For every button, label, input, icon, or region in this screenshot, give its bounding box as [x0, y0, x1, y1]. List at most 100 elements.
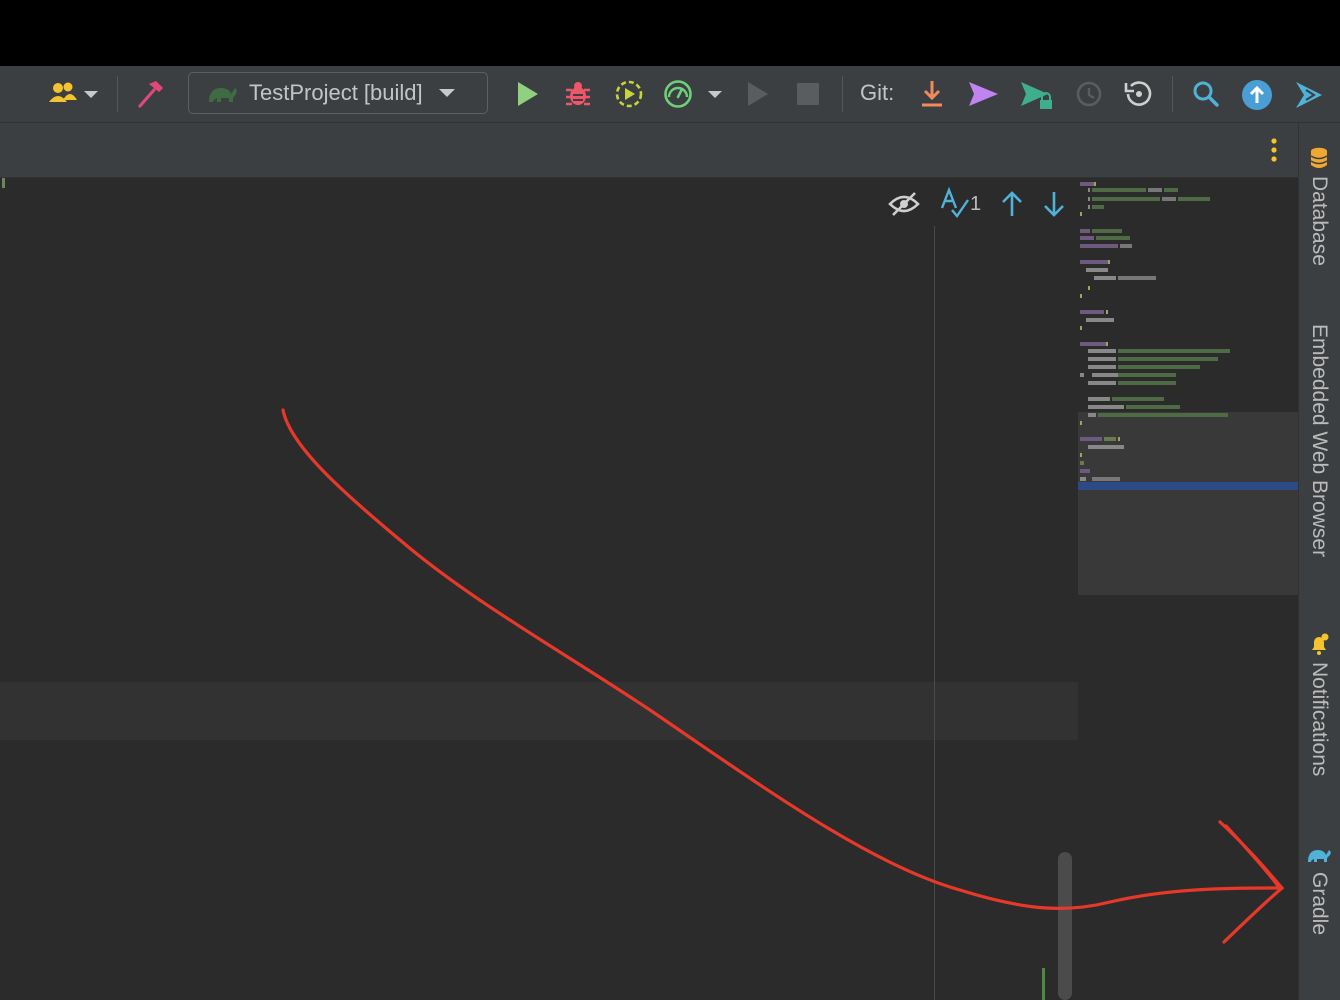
rollback-icon: [1124, 81, 1152, 106]
minimap-code-line: [1088, 381, 1116, 385]
push-locked-icon: [1021, 82, 1052, 109]
stop-button[interactable]: [794, 78, 822, 110]
tool-tab-notifications[interactable]: Notifications: [1298, 632, 1340, 776]
run-icon: [518, 82, 538, 106]
minimap-code-line: [1080, 461, 1084, 465]
git-push-button[interactable]: [1018, 78, 1056, 112]
screen-top-bar: [0, 0, 1340, 66]
minimap-code-line: [1164, 188, 1178, 192]
build-button[interactable]: [134, 78, 166, 110]
minimap-code-line: [1118, 357, 1218, 361]
arrow-up-icon[interactable]: [998, 186, 1026, 222]
minimap-code-line: [1094, 276, 1116, 280]
minimap-current-line: [1078, 482, 1298, 490]
minimap-code-line: [1106, 342, 1108, 346]
spellcheck-icon[interactable]: [938, 186, 972, 222]
minimap-code-line: [1080, 453, 1082, 457]
minimap-code-line: [1148, 188, 1162, 192]
send-icon: [969, 82, 998, 106]
coverage-icon: [615, 80, 643, 108]
minimap-code-line: [1088, 405, 1124, 409]
history-icon: [1076, 81, 1102, 107]
gradle-elephant-icon: [209, 88, 237, 102]
minimap-code-line: [1118, 373, 1176, 377]
minimap-code-line: [1106, 310, 1108, 314]
minimap-code-line: [1088, 205, 1090, 209]
git-history-button[interactable]: [1072, 78, 1104, 110]
tool-tab-label: Embedded Web Browser: [1308, 324, 1331, 558]
minimap-code-line: [1092, 477, 1120, 481]
chevron-down-icon: [438, 89, 455, 97]
git-commit-button[interactable]: [966, 78, 1000, 110]
hammer-icon: [138, 81, 163, 108]
vertical-scrollbar-thumb[interactable]: [1058, 852, 1072, 1000]
minimap-code-line: [1080, 373, 1084, 377]
run-configuration-label: TestProject [build]: [249, 80, 423, 105]
minimap-code-line: [1088, 349, 1116, 353]
git-rollback-button[interactable]: [1122, 78, 1154, 110]
play-disabled-icon: [748, 82, 768, 106]
minimap-code-line: [1080, 229, 1090, 233]
minimap-code-line: [1080, 236, 1094, 240]
eye-off-icon[interactable]: [884, 186, 924, 222]
minimap-code-line: [1088, 413, 1096, 417]
minimap-code-line: [1086, 268, 1108, 272]
code-with-me-icon: [1296, 82, 1322, 108]
arrow-down-icon[interactable]: [1040, 186, 1068, 222]
minimap-code-line: [1088, 397, 1110, 401]
run-button[interactable]: [512, 78, 542, 110]
minimap-code-line: [1080, 437, 1102, 441]
minimap-code-line: [1080, 294, 1082, 298]
tool-tab-label: Database: [1308, 176, 1331, 266]
minimap-code-line: [1088, 365, 1116, 369]
more-vertical-icon: [1271, 138, 1277, 162]
tool-tab-database[interactable]: Database: [1298, 146, 1340, 266]
editor-tab-strip: [0, 123, 1298, 178]
search-button[interactable]: [1190, 78, 1222, 110]
users-icon: [49, 82, 98, 102]
minimap-code-line: [1088, 445, 1124, 449]
minimap-code-line: [1088, 197, 1090, 201]
minimap-code-line: [1098, 413, 1228, 417]
git-update-button[interactable]: [916, 78, 948, 110]
run-with-coverage-button[interactable]: [612, 78, 646, 110]
git-label: Git:: [860, 80, 895, 105]
profiler-icon: [664, 80, 722, 108]
minimap-code-line: [1092, 188, 1146, 192]
more-options-button[interactable]: [1264, 135, 1284, 165]
toolbar-separator: [1172, 76, 1173, 112]
database-icon: [1310, 147, 1328, 168]
profiler-dropdown[interactable]: [660, 78, 730, 110]
minimap-code-line: [1092, 373, 1120, 377]
inspection-count: 1: [970, 193, 982, 215]
updates-button[interactable]: [1240, 78, 1274, 112]
minimap-code-line: [1094, 182, 1096, 186]
minimap-code-line: [1118, 365, 1200, 369]
minimap-code-line: [1080, 260, 1108, 264]
minimap-code-line: [1120, 244, 1132, 248]
minimap-code-line: [1088, 188, 1090, 192]
tool-tab-gradle[interactable]: Gradle: [1298, 844, 1340, 935]
minimap-code-line: [1118, 276, 1156, 280]
minimap-code-line: [1108, 260, 1110, 264]
toolbar-separator: [117, 76, 118, 112]
minimap-code-line: [1126, 405, 1180, 409]
plugin-button[interactable]: [1292, 78, 1326, 112]
run-configuration-selector[interactable]: TestProject [build]: [188, 72, 488, 114]
toolbar-separator: [842, 76, 843, 112]
tool-tab-label: Gradle: [1308, 872, 1331, 936]
change-marker: [1042, 968, 1045, 1000]
main-toolbar: TestProject [build] Git:: [0, 66, 1340, 123]
debug-button[interactable]: [562, 78, 594, 110]
minimap-code-line: [1080, 342, 1106, 346]
resume-button[interactable]: [744, 78, 772, 110]
minimap-code-line: [1080, 244, 1118, 248]
minimap-code-line: [1086, 318, 1114, 322]
users-dropdown[interactable]: [46, 78, 102, 110]
tool-tab-embedded-web-browser[interactable]: Embedded Web Browser: [1298, 318, 1340, 557]
minimap-code-line: [1080, 326, 1082, 330]
search-icon: [1193, 81, 1219, 107]
minimap-code-line: [1096, 236, 1130, 240]
code-editor[interactable]: [0, 178, 1078, 1000]
minimap-code-line: [1080, 477, 1086, 481]
